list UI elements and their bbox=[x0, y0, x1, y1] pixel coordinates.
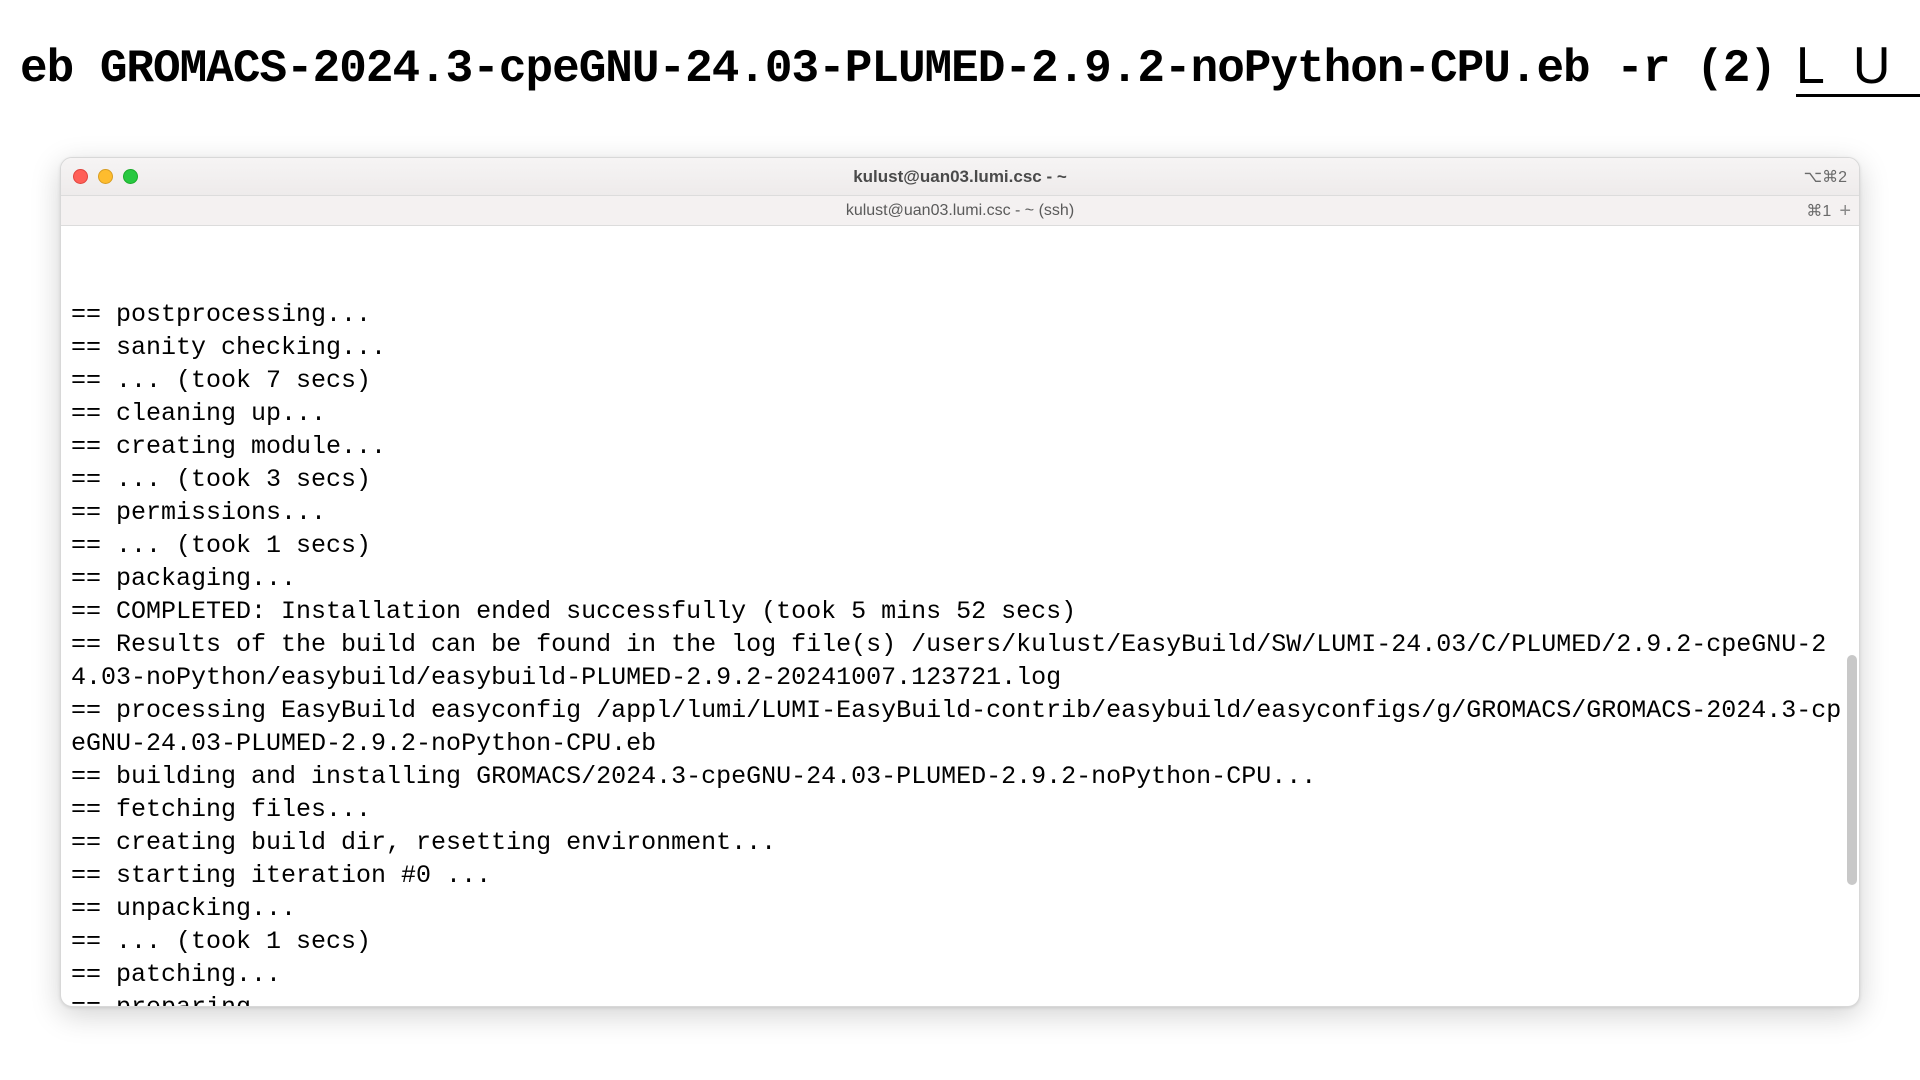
terminal-line: == creating module... bbox=[71, 430, 1849, 463]
terminal-body[interactable]: == postprocessing...== sanity checking..… bbox=[61, 226, 1859, 1006]
terminal-line: == cleaning up... bbox=[71, 397, 1849, 430]
window-titlebar: kulust@uan03.lumi.csc - ~ ⌥⌘2 bbox=[61, 158, 1859, 196]
scrollbar-thumb[interactable] bbox=[1847, 655, 1857, 885]
terminal-line: == creating build dir, resetting environ… bbox=[71, 826, 1849, 859]
terminal-line: == ... (took 1 secs) bbox=[71, 925, 1849, 958]
terminal-line: == preparing... bbox=[71, 991, 1849, 1006]
tab-bar: kulust@uan03.lumi.csc - ~ (ssh) ⌘1 + bbox=[61, 196, 1859, 226]
terminal-window: kulust@uan03.lumi.csc - ~ ⌥⌘2 kulust@uan… bbox=[60, 157, 1860, 1007]
terminal-line: == fetching files... bbox=[71, 793, 1849, 826]
window-title: kulust@uan03.lumi.csc - ~ bbox=[61, 167, 1859, 187]
terminal-line: == starting iteration #0 ... bbox=[71, 859, 1849, 892]
terminal-line: == Results of the build can be found in … bbox=[71, 628, 1849, 694]
new-tab-button[interactable]: + bbox=[1839, 201, 1851, 221]
terminal-line: == patching... bbox=[71, 958, 1849, 991]
terminal-line: == packaging... bbox=[71, 562, 1849, 595]
terminal-line: == permissions... bbox=[71, 496, 1849, 529]
terminal-line: == unpacking... bbox=[71, 892, 1849, 925]
terminal-line: == processing EasyBuild easyconfig /appl… bbox=[71, 694, 1849, 760]
tab-shortcut: ⌘1 bbox=[1806, 201, 1831, 221]
slide-header: eb GROMACS-2024.3-cpeGNU-24.03-PLUMED-2.… bbox=[0, 0, 1920, 107]
terminal-line: == building and installing GROMACS/2024.… bbox=[71, 760, 1849, 793]
terminal-line: == sanity checking... bbox=[71, 331, 1849, 364]
brand-logo: LUMI bbox=[1796, 40, 1920, 97]
terminal-line: == COMPLETED: Installation ended success… bbox=[71, 595, 1849, 628]
terminal-line: == ... (took 7 secs) bbox=[71, 364, 1849, 397]
slide-title: eb GROMACS-2024.3-cpeGNU-24.03-PLUMED-2.… bbox=[20, 43, 1776, 95]
terminal-line: == postprocessing... bbox=[71, 298, 1849, 331]
tab-label[interactable]: kulust@uan03.lumi.csc - ~ (ssh) bbox=[61, 202, 1859, 220]
terminal-line: == ... (took 3 secs) bbox=[71, 463, 1849, 496]
terminal-line: == ... (took 1 secs) bbox=[71, 529, 1849, 562]
